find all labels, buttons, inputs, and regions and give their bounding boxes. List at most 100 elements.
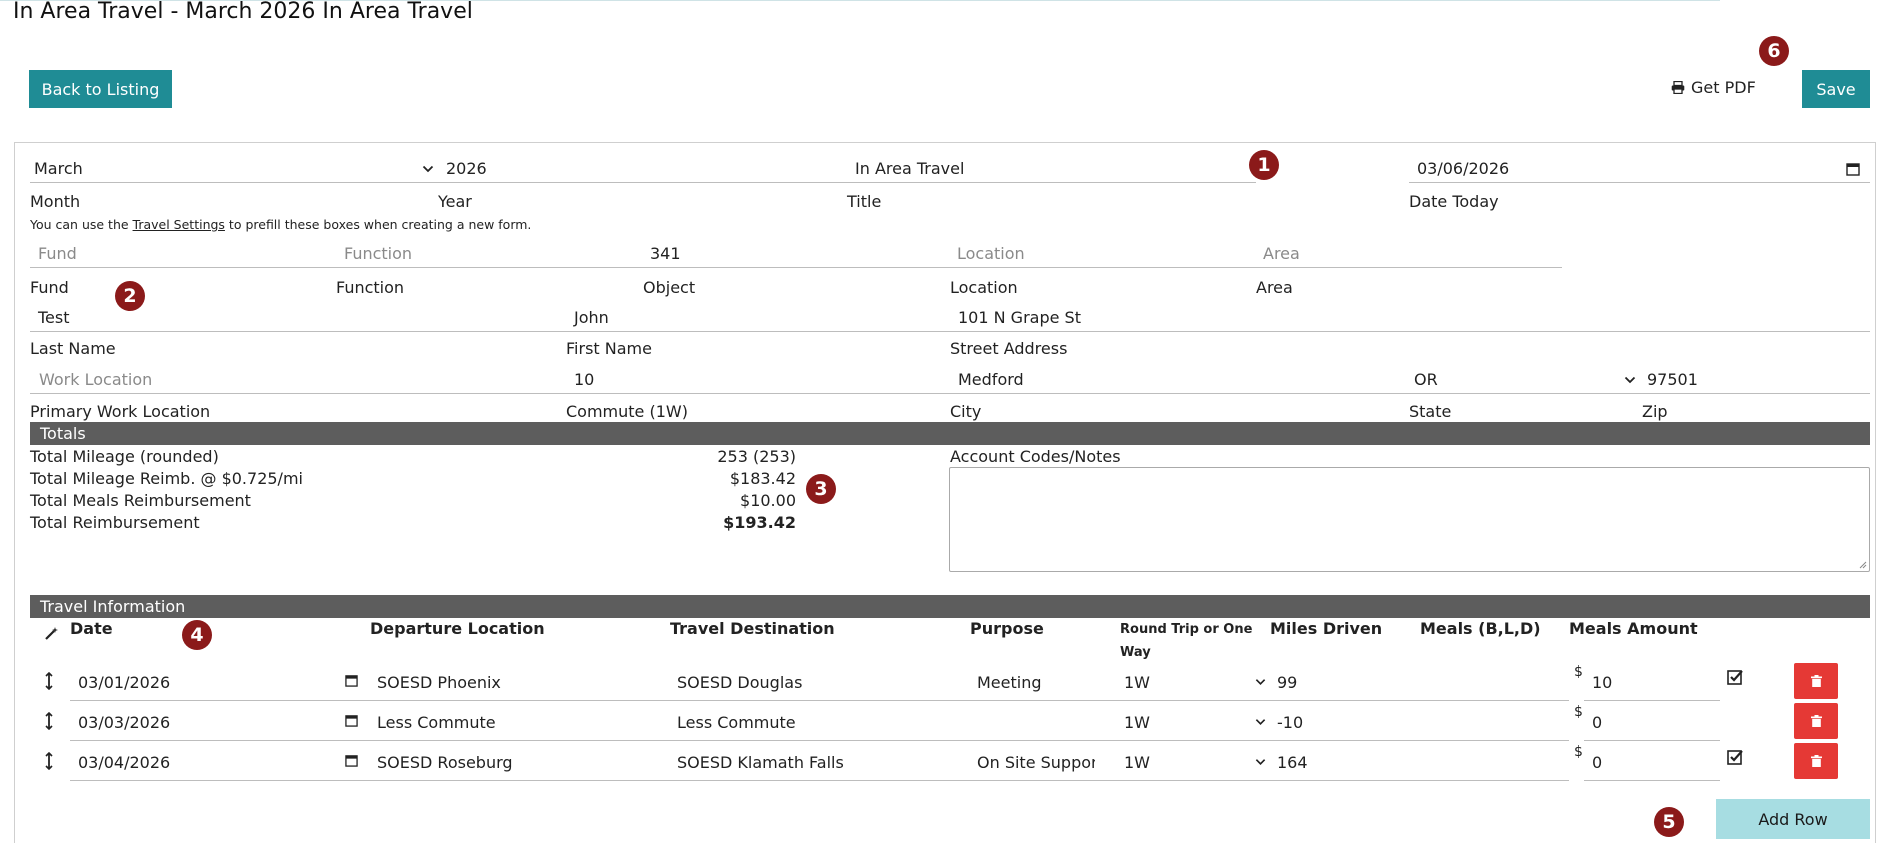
totals-section-header: Totals [30,422,1870,445]
travel-row: 03/04/2026 SOESD Roseburg SOESD Klamath … [0,740,1889,781]
month-label: Month [30,192,81,211]
location-input[interactable]: Location [948,240,1254,268]
city-input[interactable]: Medford [949,366,1409,394]
first-name-input[interactable]: John [566,304,949,332]
first-name-label: First Name [566,339,652,358]
row-purpose[interactable]: Meeting [977,673,1095,692]
zip-input[interactable]: 97501 [1641,366,1870,394]
checkbox-icon[interactable] [1727,749,1744,765]
travel-section-header: Travel Information [30,595,1870,618]
calendar-icon[interactable] [345,754,358,767]
col-meals: Meals (B,L,D) [1420,619,1541,638]
row-trip-select[interactable]: 1W [1124,673,1150,692]
delete-row-button[interactable] [1794,703,1838,739]
row-departure[interactable]: SOESD Phoenix [377,673,501,692]
col-departure: Departure Location [370,619,545,638]
month-select[interactable]: March [30,155,440,183]
street-address-input[interactable]: 101 N Grape St [949,304,1870,332]
col-round-trip-line1: Round Trip or One [1120,622,1253,637]
row-purpose[interactable]: On Site Suppor [977,753,1095,772]
drag-handle-icon[interactable] [45,712,53,730]
title-label: Title [847,192,882,211]
commute-input[interactable]: 10 [566,366,949,394]
checkbox-icon[interactable] [1727,669,1744,685]
currency-symbol: $ [1574,664,1583,680]
col-miles: Miles Driven [1270,619,1383,638]
row-miles[interactable]: 99 [1277,673,1297,692]
add-row-button[interactable]: Add Row [1716,799,1870,839]
date-today-value: 03/06/2026 [1417,159,1510,178]
total-mileage-reimb-label: Total Mileage Reimb. @ $0.725/mi [30,469,303,488]
row-trip-select[interactable]: 1W [1124,713,1150,732]
col-destination: Travel Destination [670,619,835,638]
state-select[interactable]: OR [1409,366,1641,394]
total-meals-label: Total Meals Reimbursement [30,491,251,510]
calendar-icon[interactable] [1846,162,1860,176]
total-reimbursement-value: $193.42 [723,513,796,532]
row-date[interactable]: 03/03/2026 [78,713,170,732]
get-pdf-label: Get PDF [1691,78,1756,97]
row-destination[interactable]: SOESD Douglas [677,673,802,692]
row-destination[interactable]: Less Commute [677,713,796,732]
currency-symbol: $ [1574,744,1583,760]
trash-icon [1810,715,1822,727]
object-label: Object [643,278,696,297]
date-today-input[interactable]: 03/06/2026 [1409,155,1870,183]
zip-label: Zip [1642,402,1668,421]
row-departure[interactable]: Less Commute [377,713,496,732]
delete-row-button[interactable] [1794,743,1838,779]
back-to-listing-button[interactable]: Back to Listing [29,70,172,108]
row-date[interactable]: 03/01/2026 [78,673,170,692]
account-notes-label: Account Codes/Notes [950,447,1121,466]
total-mileage-reimb-value: $183.42 [729,469,796,488]
fund-label: Fund [30,278,69,297]
save-button[interactable]: Save [1802,70,1870,108]
street-address-label: Street Address [950,339,1068,358]
page-title: In Area Travel - March 2026 In Area Trav… [13,0,473,24]
year-input[interactable]: 2026 [440,155,848,183]
row-destination[interactable]: SOESD Klamath Falls [677,753,844,772]
chevron-down-icon [1255,719,1266,726]
account-notes-textarea[interactable] [949,467,1870,572]
col-round-trip: Round Trip or One Way [1120,618,1252,664]
row-trip-select[interactable]: 1W [1124,753,1150,772]
total-mileage-value: 253 (253) [717,447,796,466]
last-name-input[interactable]: Test [30,304,566,332]
chevron-down-icon [1255,679,1266,686]
chevron-down-icon [1255,759,1266,766]
delete-row-button[interactable] [1794,663,1838,699]
area-input[interactable]: Area [1254,240,1562,268]
drag-handle-icon[interactable] [45,672,53,690]
col-purpose: Purpose [970,619,1044,638]
total-meals-value: $10.00 [740,491,796,510]
row-meals-amount[interactable]: 10 [1592,673,1612,692]
location-label: Location [950,278,1018,297]
get-pdf-link[interactable]: Get PDF [1671,78,1756,97]
row-meals-amount[interactable]: 0 [1592,753,1602,772]
date-today-label: Date Today [1409,192,1499,211]
chevron-down-icon [1624,376,1636,383]
function-input[interactable]: Function [336,240,642,268]
resize-grip-icon [1859,561,1867,569]
calendar-icon[interactable] [345,674,358,687]
row-miles[interactable]: 164 [1277,753,1308,772]
trash-icon [1810,675,1822,687]
row-miles[interactable]: -10 [1277,713,1303,732]
primary-work-location-label: Primary Work Location [30,402,211,421]
badge-6: 6 [1759,36,1789,66]
drag-handle-icon[interactable] [45,752,53,770]
work-location-input[interactable]: Work Location [30,366,566,394]
fund-input[interactable]: Fund [30,240,336,268]
title-input[interactable]: In Area Travel [848,155,1256,183]
row-meals-amount[interactable]: 0 [1592,713,1602,732]
row-date[interactable]: 03/04/2026 [78,753,170,772]
trash-icon [1810,755,1822,767]
amount-underline [1584,780,1720,781]
magic-wand-icon[interactable] [44,625,60,641]
calendar-icon[interactable] [345,714,358,727]
object-input[interactable]: 341 [642,240,948,268]
row-departure[interactable]: SOESD Roseburg [377,753,513,772]
total-mileage-label: Total Mileage (rounded) [30,447,219,466]
state-label: State [1409,402,1452,421]
travel-settings-link[interactable]: Travel Settings [133,217,225,232]
